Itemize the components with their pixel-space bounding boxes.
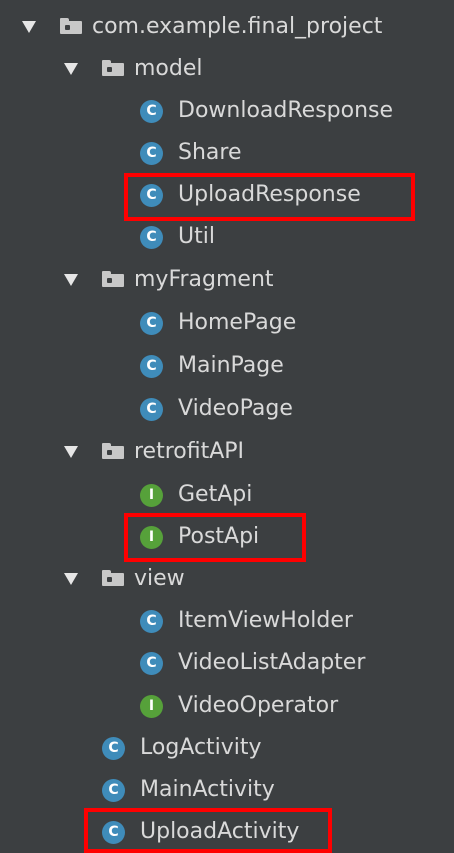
tree-node-label: ItemViewHolder	[178, 608, 353, 633]
tree-node-logactivity[interactable]: C LogActivity	[0, 727, 454, 769]
project-tree-panel: com.example.final_project model C Downlo…	[0, 0, 454, 853]
folder-icon	[102, 271, 124, 287]
tree-node-downloadresponse[interactable]: C DownloadResponse	[0, 90, 454, 132]
highlight-box-uploadresponse	[124, 173, 415, 221]
class-icon: C	[140, 100, 163, 123]
class-icon: C	[140, 398, 163, 421]
tree-node-label: Share	[178, 140, 242, 165]
folder-icon	[102, 60, 124, 76]
tree-node-label: HomePage	[178, 310, 297, 335]
tree-node-videolistadapter[interactable]: C VideoListAdapter	[0, 642, 454, 684]
tree-node-label: view	[134, 566, 185, 591]
class-icon: C	[140, 652, 163, 675]
tree-node-share[interactable]: C Share	[0, 132, 454, 174]
tree-node-myfragment[interactable]: myFragment	[0, 259, 454, 301]
tree-node-label: Util	[178, 224, 215, 249]
class-icon: C	[140, 355, 163, 378]
interface-icon: I	[140, 484, 163, 507]
chevron-down-icon[interactable]	[64, 446, 78, 458]
tree-node-mainactivity[interactable]: C MainActivity	[0, 769, 454, 811]
tree-node-label: MainActivity	[140, 777, 275, 802]
folder-icon	[102, 570, 124, 586]
tree-node-label: MainPage	[178, 353, 284, 378]
tree-node-itemviewholder[interactable]: C ItemViewHolder	[0, 600, 454, 642]
interface-icon: I	[140, 695, 163, 718]
class-icon: C	[140, 142, 163, 165]
tree-node-getapi[interactable]: I GetApi	[0, 474, 454, 516]
tree-node-label: VideoPage	[178, 396, 293, 421]
folder-icon	[102, 443, 124, 459]
highlight-box-postapi	[124, 513, 306, 562]
tree-node-util[interactable]: C Util	[0, 216, 454, 258]
chevron-down-icon[interactable]	[64, 63, 78, 75]
class-icon: C	[140, 226, 163, 249]
tree-node-label: model	[134, 56, 203, 81]
tree-node-package-root[interactable]: com.example.final_project	[0, 6, 454, 48]
class-icon: C	[140, 610, 163, 633]
tree-node-retrofitapi[interactable]: retrofitAPI	[0, 431, 454, 473]
tree-node-label: VideoOperator	[178, 693, 339, 718]
tree-node-videooperator[interactable]: I VideoOperator	[0, 685, 454, 727]
highlight-box-uploadactivity	[84, 808, 332, 853]
tree-node-view[interactable]: view	[0, 558, 454, 600]
tree-node-label: GetApi	[178, 482, 253, 507]
tree-node-homepage[interactable]: C HomePage	[0, 302, 454, 344]
chevron-down-icon[interactable]	[64, 573, 78, 585]
chevron-down-icon[interactable]	[22, 21, 36, 33]
class-icon: C	[102, 779, 125, 802]
tree-node-label: VideoListAdapter	[178, 650, 366, 675]
tree-node-videopage[interactable]: C VideoPage	[0, 388, 454, 430]
class-icon: C	[140, 312, 163, 335]
folder-icon	[60, 18, 82, 34]
class-icon: C	[102, 737, 125, 760]
tree-node-model[interactable]: model	[0, 48, 454, 90]
tree-node-label: LogActivity	[140, 735, 262, 760]
tree-node-label: DownloadResponse	[178, 98, 394, 123]
tree-node-label: com.example.final_project	[92, 14, 383, 39]
tree-node-mainpage[interactable]: C MainPage	[0, 345, 454, 387]
chevron-down-icon[interactable]	[64, 274, 78, 286]
tree-node-label: retrofitAPI	[134, 439, 245, 464]
tree-node-label: myFragment	[134, 267, 274, 292]
